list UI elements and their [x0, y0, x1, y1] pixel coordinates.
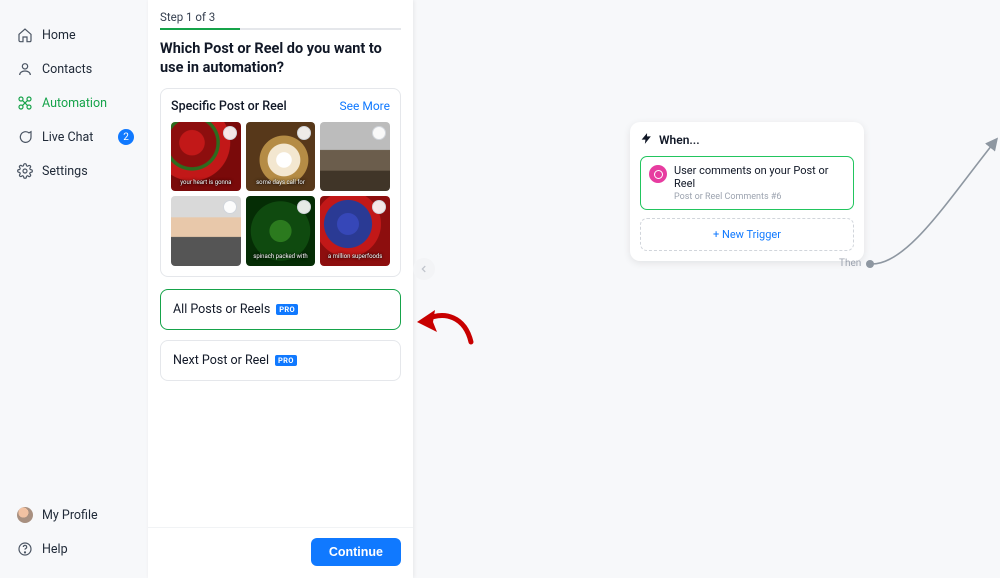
sidebar-item-label: Home — [42, 28, 76, 43]
annotation-arrow — [415, 302, 475, 346]
trigger-title: User comments on your Post or Reel — [674, 164, 845, 190]
next-post-option[interactable]: Next Post or Reel PRO — [160, 340, 401, 381]
sidebar-item-label: My Profile — [42, 508, 98, 523]
trigger-item[interactable]: User comments on your Post or Reel Post … — [640, 156, 854, 210]
post-thumbnail[interactable]: some days call for — [246, 122, 316, 192]
sidebar-item-label: Live Chat — [42, 130, 93, 145]
instagram-icon — [649, 165, 667, 183]
post-thumbnail[interactable] — [320, 122, 390, 192]
sidebar-item-automation[interactable]: Automation — [0, 86, 148, 120]
step-panel: Step 1 of 3 Which Post or Reel do you wa… — [148, 0, 413, 578]
specific-post-title: Specific Post or Reel — [171, 99, 287, 114]
help-icon — [14, 541, 36, 557]
avatar — [14, 507, 36, 523]
continue-button[interactable]: Continue — [311, 538, 401, 566]
pro-badge: PRO — [276, 304, 298, 315]
post-thumbnail[interactable] — [171, 196, 241, 266]
flow-when-label: When... — [659, 133, 700, 147]
sidebar-item-profile[interactable]: My Profile — [0, 498, 148, 532]
flow-then-label: Then — [839, 258, 861, 269]
step-label: Step 1 of 3 — [160, 10, 401, 24]
sidebar-item-label: Automation — [42, 96, 107, 111]
post-thumbnail[interactable]: your heart is gonna — [171, 122, 241, 192]
new-trigger-button[interactable]: + New Trigger — [640, 218, 854, 251]
sidebar-item-label: Settings — [42, 164, 88, 179]
flow-connector-line — [868, 130, 1000, 280]
trigger-subtitle: Post or Reel Comments #6 — [674, 192, 845, 202]
specific-post-card[interactable]: Specific Post or Reel See More your hear… — [160, 88, 401, 277]
post-thumbnail[interactable]: a million superfoods — [320, 196, 390, 266]
step-progress — [160, 28, 401, 30]
post-thumbnail[interactable]: spinach packed with — [246, 196, 316, 266]
post-grid: your heart is gonna some days call for s… — [171, 122, 390, 266]
option-label: Next Post or Reel — [173, 353, 269, 368]
sidebar-item-label: Help — [42, 542, 68, 557]
sidebar: Home Contacts Automation Live Chat 2 S — [0, 0, 148, 578]
sidebar-item-home[interactable]: Home — [0, 18, 148, 52]
sidebar-item-livechat[interactable]: Live Chat 2 — [0, 120, 148, 154]
sidebar-item-contacts[interactable]: Contacts — [0, 52, 148, 86]
all-posts-option[interactable]: All Posts or Reels PRO — [160, 289, 401, 330]
panel-title: Which Post or Reel do you want to use in… — [160, 40, 401, 78]
home-icon — [14, 27, 36, 43]
chat-icon — [14, 129, 36, 145]
option-label: All Posts or Reels — [173, 302, 270, 317]
sidebar-item-help[interactable]: Help — [0, 532, 148, 566]
bolt-icon — [640, 132, 653, 148]
pro-badge: PRO — [275, 355, 297, 366]
livechat-badge: 2 — [118, 129, 134, 145]
user-icon — [14, 61, 36, 77]
gear-icon — [14, 163, 36, 179]
automation-icon — [14, 95, 36, 111]
flow-canvas[interactable] — [413, 0, 1000, 578]
sidebar-item-settings[interactable]: Settings — [0, 154, 148, 188]
see-more-link[interactable]: See More — [340, 99, 390, 113]
flow-node-when[interactable]: When... User comments on your Post or Re… — [630, 122, 864, 261]
sidebar-item-label: Contacts — [42, 62, 92, 77]
